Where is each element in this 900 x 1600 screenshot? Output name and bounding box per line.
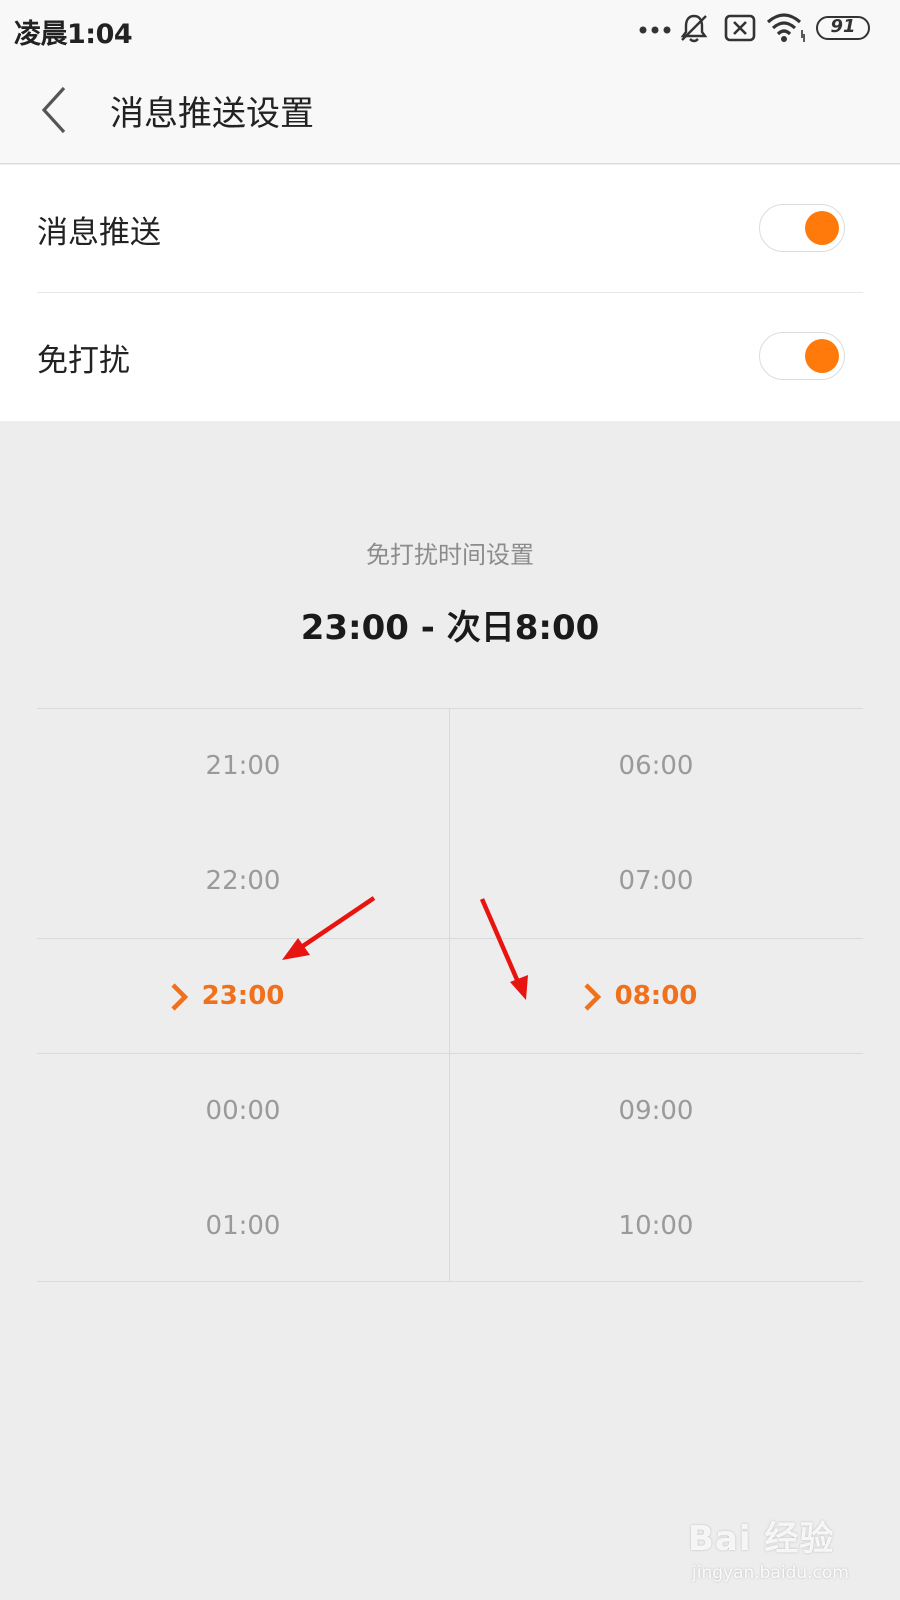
settings-list: 消息推送 免打扰 (0, 165, 900, 421)
start-time-selected-label: 23:00 (201, 981, 285, 1011)
app-header: 消息推送设置 (0, 56, 900, 164)
push-toggle[interactable] (759, 204, 845, 252)
wifi-icon (766, 13, 805, 42)
status-time: 凌晨1:04 (14, 19, 133, 50)
status-icons: 91 (638, 10, 888, 46)
toggle-knob (805, 339, 839, 373)
baidu-watermark: Bai 经验 jingyan.baidu.com (688, 1503, 858, 1593)
dnd-time-range: 23:00 - 次日8:00 (300, 608, 600, 648)
push-label: 消息推送 (37, 215, 161, 251)
status-bar: 凌晨1:04 91 (0, 0, 900, 56)
more-dots-icon (639, 26, 671, 34)
watermark-logo: Bai 经验 (688, 1519, 835, 1559)
chevron-right-icon (171, 983, 189, 1011)
page-title: 消息推送设置 (110, 94, 314, 134)
end-time-column[interactable]: 06:00 07:00 08:00 09:00 10:00 (450, 709, 862, 1283)
end-time-option[interactable]: 09:00 (450, 1054, 862, 1169)
end-time-option[interactable]: 10:00 (450, 1169, 862, 1284)
start-time-option[interactable]: 00:00 (37, 1054, 449, 1169)
start-time-option[interactable]: 21:00 (37, 709, 449, 824)
start-time-selected[interactable]: 23:00 (37, 939, 449, 1054)
dnd-label: 免打扰 (37, 343, 130, 379)
end-time-selected[interactable]: 08:00 (450, 939, 862, 1054)
start-time-option[interactable]: 22:00 (37, 824, 449, 939)
toggle-knob (805, 211, 839, 245)
start-time-option[interactable]: 01:00 (37, 1169, 449, 1284)
settings-row-dnd[interactable]: 免打扰 (0, 293, 900, 421)
time-picker: 21:00 22:00 23:00 00:00 01:00 06:00 07:0… (37, 708, 863, 1282)
end-time-selected-label: 08:00 (614, 981, 698, 1011)
sim-x-icon (724, 14, 756, 42)
start-time-column[interactable]: 21:00 22:00 23:00 00:00 01:00 (37, 709, 449, 1283)
dnd-time-subtitle: 免打扰时间设置 (366, 541, 534, 569)
chevron-left-icon (41, 86, 66, 134)
battery-icon: 91 (816, 16, 870, 40)
bell-off-icon (680, 14, 708, 43)
dnd-toggle[interactable] (759, 332, 845, 380)
watermark-url: jingyan.baidu.com (692, 1563, 849, 1583)
end-time-option[interactable]: 07:00 (450, 824, 862, 939)
end-time-option[interactable]: 06:00 (450, 709, 862, 824)
battery-level: 91 (830, 16, 856, 37)
chevron-right-icon (584, 983, 602, 1011)
settings-row-push[interactable]: 消息推送 (0, 165, 900, 293)
back-button[interactable] (30, 78, 90, 142)
